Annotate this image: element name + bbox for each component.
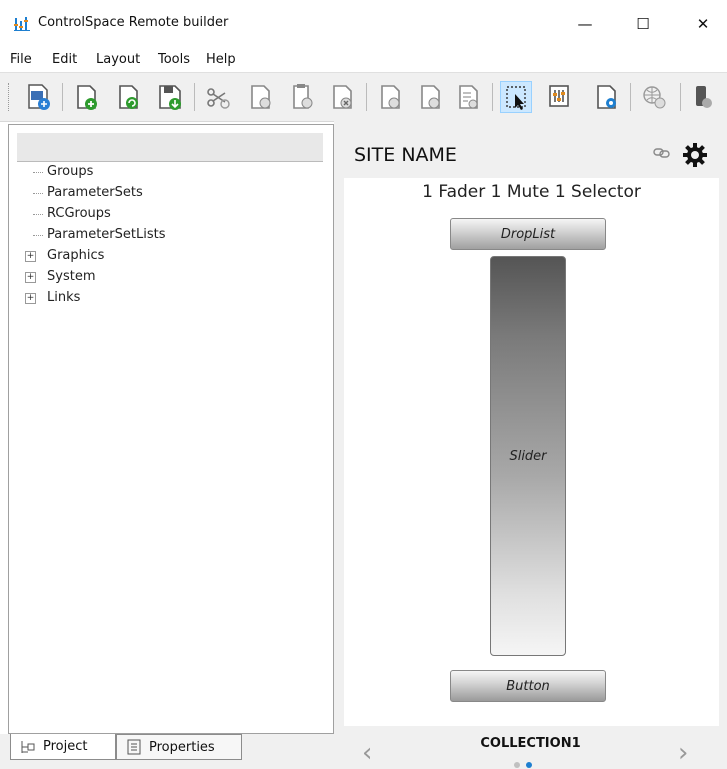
maximize-icon: ☐: [636, 15, 650, 33]
expand-links-icon[interactable]: +: [25, 293, 36, 304]
page-dot-1[interactable]: [514, 762, 520, 768]
close-button[interactable]: ✕: [680, 8, 726, 40]
tab-properties-label: Properties: [149, 739, 215, 755]
copy-page-icon: [251, 85, 271, 109]
expand-system-icon[interactable]: +: [25, 272, 36, 283]
cut-button[interactable]: [202, 81, 234, 113]
droplist-label: DropList: [500, 226, 556, 242]
tree-item-links[interactable]: Links: [47, 290, 80, 305]
screen-title: 1 Fader 1 Mute 1 Selector: [422, 182, 641, 202]
pointer-tool-button[interactable]: [500, 81, 532, 113]
panel-tabs: Project Properties: [0, 734, 340, 769]
project-icon: [21, 740, 35, 753]
refresh-page-icon: [119, 85, 138, 109]
open-button[interactable]: [112, 81, 144, 113]
toolbar-grip[interactable]: [8, 83, 12, 111]
toolbar: [0, 72, 727, 122]
button-label: Button: [506, 678, 550, 694]
window-title: ControlSpace Remote builder: [38, 15, 229, 30]
minimize-icon: —: [577, 15, 593, 33]
device-icon: [696, 86, 712, 108]
device-button[interactable]: [688, 81, 720, 113]
page-dot-2-active[interactable]: [526, 762, 532, 768]
preview-panel: SITE NAME 1 Fader 1 Mute 1 Selector Drop…: [334, 120, 727, 769]
save-button[interactable]: [154, 81, 186, 113]
menu-tools[interactable]: Tools: [158, 52, 190, 67]
paste-page-icon: [293, 84, 313, 109]
collection-name: COLLECTION1: [480, 736, 581, 751]
button-control[interactable]: Button: [450, 670, 606, 702]
network-button[interactable]: [638, 81, 670, 113]
delete-button[interactable]: [326, 81, 358, 113]
tab-project-label: Project: [43, 739, 88, 754]
pointer-select-icon: [506, 86, 526, 110]
delete-page-icon: [333, 85, 352, 109]
tree-header: [17, 133, 323, 162]
page-right-icon: [421, 85, 440, 109]
new-screen-button[interactable]: [70, 81, 102, 113]
maximize-button[interactable]: ☐: [620, 8, 666, 40]
minimize-button[interactable]: —: [562, 8, 608, 40]
title-bar: ControlSpace Remote builder — ☐ ✕: [0, 0, 727, 48]
page-left-icon: [381, 85, 400, 109]
project-tree-panel: Groups ParameterSets RCGroups ParameterS…: [8, 124, 334, 734]
controls-button[interactable]: [544, 81, 576, 113]
controls-icon: [549, 85, 569, 107]
next-page-icon[interactable]: ›: [678, 738, 688, 768]
page-tool-button-2[interactable]: [414, 81, 446, 113]
tree-item-rcgroups[interactable]: RCGroups: [47, 206, 111, 221]
menu-edit[interactable]: Edit: [52, 52, 77, 67]
expand-graphics-icon[interactable]: +: [25, 251, 36, 262]
save-icon: [159, 85, 181, 110]
link-icon[interactable]: [652, 146, 672, 160]
site-header: SITE NAME: [344, 132, 717, 178]
menu-help[interactable]: Help: [206, 52, 236, 67]
close-icon: ✕: [696, 15, 710, 33]
droplist-control[interactable]: DropList: [450, 218, 606, 250]
tab-properties[interactable]: Properties: [116, 734, 242, 760]
gear-icon[interactable]: [682, 142, 708, 168]
tree-item-system[interactable]: System: [47, 269, 95, 284]
copy-button[interactable]: [244, 81, 276, 113]
screen-preview: 1 Fader 1 Mute 1 Selector DropList Slide…: [344, 178, 719, 726]
tree-item-parametersets[interactable]: ParameterSets: [47, 185, 143, 200]
tab-project[interactable]: Project: [10, 734, 116, 760]
menu-file[interactable]: File: [10, 52, 32, 67]
app-icon: [14, 17, 30, 31]
cut-icon: [207, 88, 230, 109]
paste-button[interactable]: [286, 81, 318, 113]
new-project-icon: [28, 84, 50, 110]
tree-item-groups[interactable]: Groups: [47, 164, 93, 179]
menu-bar: File Edit Layout Tools Help: [0, 48, 727, 72]
menu-layout[interactable]: Layout: [96, 52, 140, 67]
globe-icon: [643, 86, 666, 109]
page-settings-button[interactable]: [590, 81, 622, 113]
tree-item-parametersetlists[interactable]: ParameterSetLists: [47, 227, 165, 242]
slider-control[interactable]: Slider: [490, 256, 566, 656]
tree-item-graphics[interactable]: Graphics: [47, 248, 104, 263]
new-project-button[interactable]: [22, 81, 54, 113]
site-name: SITE NAME: [354, 144, 457, 166]
page-tool-button-1[interactable]: [374, 81, 406, 113]
page-settings-icon: [597, 85, 616, 109]
page-tool-button-3[interactable]: [452, 81, 484, 113]
slider-label: Slider: [509, 448, 547, 464]
properties-icon: [127, 739, 141, 755]
add-page-icon: [77, 85, 97, 110]
page-list-icon: [459, 85, 478, 109]
